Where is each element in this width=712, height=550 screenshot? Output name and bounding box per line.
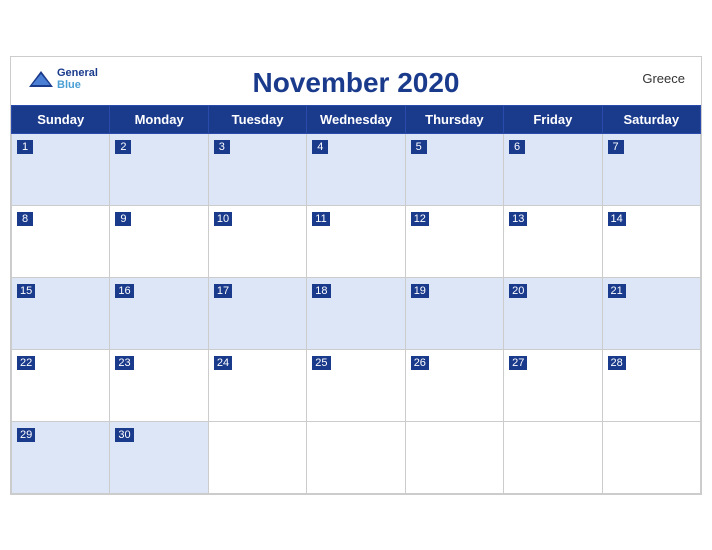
brand-logo-area: General Blue [27,67,98,91]
day-number: 14 [608,212,626,226]
calendar-day-cell: 3 [208,133,306,205]
day-number: 18 [312,284,330,298]
day-number: 19 [411,284,429,298]
header-saturday: Saturday [602,105,700,133]
calendar-header: General Blue November 2020 Greece [11,57,701,105]
calendar-day-cell: 7 [602,133,700,205]
calendar-day-cell: 27 [504,349,602,421]
brand-name-general: General [57,67,98,79]
day-number: 17 [214,284,232,298]
calendar-day-cell: 13 [504,205,602,277]
day-number: 2 [115,140,131,154]
calendar-week-row: 15 16 17 18 19 20 21 [12,277,701,349]
day-number: 25 [312,356,330,370]
header-thursday: Thursday [405,105,503,133]
day-number: 16 [115,284,133,298]
brand-name-blue: Blue [57,79,98,91]
calendar-day-cell: 15 [12,277,110,349]
calendar-day-cell [504,421,602,493]
calendar-day-cell: 22 [12,349,110,421]
calendar-day-cell: 30 [110,421,208,493]
calendar-day-cell: 18 [307,277,405,349]
calendar-day-cell: 19 [405,277,503,349]
day-number: 7 [608,140,624,154]
calendar-container: General Blue November 2020 Greece Sunday… [10,56,702,495]
day-number: 12 [411,212,429,226]
calendar-day-cell: 2 [110,133,208,205]
calendar-week-row: 22 23 24 25 26 27 28 [12,349,701,421]
calendar-day-cell: 14 [602,205,700,277]
calendar-title: November 2020 [27,67,685,99]
day-number: 26 [411,356,429,370]
calendar-day-cell [208,421,306,493]
calendar-day-cell [405,421,503,493]
calendar-day-cell: 9 [110,205,208,277]
calendar-day-cell: 11 [307,205,405,277]
calendar-day-cell: 21 [602,277,700,349]
day-number: 4 [312,140,328,154]
calendar-day-cell: 28 [602,349,700,421]
day-number: 29 [17,428,35,442]
calendar-week-row: 29 30 [12,421,701,493]
header-monday: Monday [110,105,208,133]
day-number: 23 [115,356,133,370]
calendar-day-cell: 20 [504,277,602,349]
day-number: 15 [17,284,35,298]
calendar-day-cell: 25 [307,349,405,421]
day-number: 27 [509,356,527,370]
calendar-day-cell: 24 [208,349,306,421]
calendar-day-cell: 6 [504,133,602,205]
header-friday: Friday [504,105,602,133]
day-number: 6 [509,140,525,154]
calendar-week-row: 1 2 3 4 5 6 7 [12,133,701,205]
country-label: Greece [642,71,685,86]
calendar-day-cell: 17 [208,277,306,349]
calendar-week-row: 8 9 10 11 12 13 14 [12,205,701,277]
day-number: 21 [608,284,626,298]
header-tuesday: Tuesday [208,105,306,133]
calendar-day-cell [602,421,700,493]
weekday-header-row: Sunday Monday Tuesday Wednesday Thursday… [12,105,701,133]
header-sunday: Sunday [12,105,110,133]
header-wednesday: Wednesday [307,105,405,133]
calendar-day-cell [307,421,405,493]
brand-icon [27,69,55,89]
calendar-day-cell: 23 [110,349,208,421]
day-number: 11 [312,212,329,226]
day-number: 8 [17,212,33,226]
day-number: 30 [115,428,133,442]
day-number: 1 [17,140,33,154]
day-number: 28 [608,356,626,370]
calendar-day-cell: 4 [307,133,405,205]
calendar-day-cell: 26 [405,349,503,421]
calendar-day-cell: 10 [208,205,306,277]
day-number: 13 [509,212,527,226]
calendar-day-cell: 16 [110,277,208,349]
day-number: 10 [214,212,232,226]
day-number: 22 [17,356,35,370]
calendar-day-cell: 5 [405,133,503,205]
day-number: 9 [115,212,131,226]
day-number: 5 [411,140,427,154]
day-number: 3 [214,140,230,154]
calendar-day-cell: 8 [12,205,110,277]
day-number: 24 [214,356,232,370]
calendar-day-cell: 12 [405,205,503,277]
calendar-table: Sunday Monday Tuesday Wednesday Thursday… [11,105,701,494]
day-number: 20 [509,284,527,298]
calendar-day-cell: 1 [12,133,110,205]
calendar-day-cell: 29 [12,421,110,493]
